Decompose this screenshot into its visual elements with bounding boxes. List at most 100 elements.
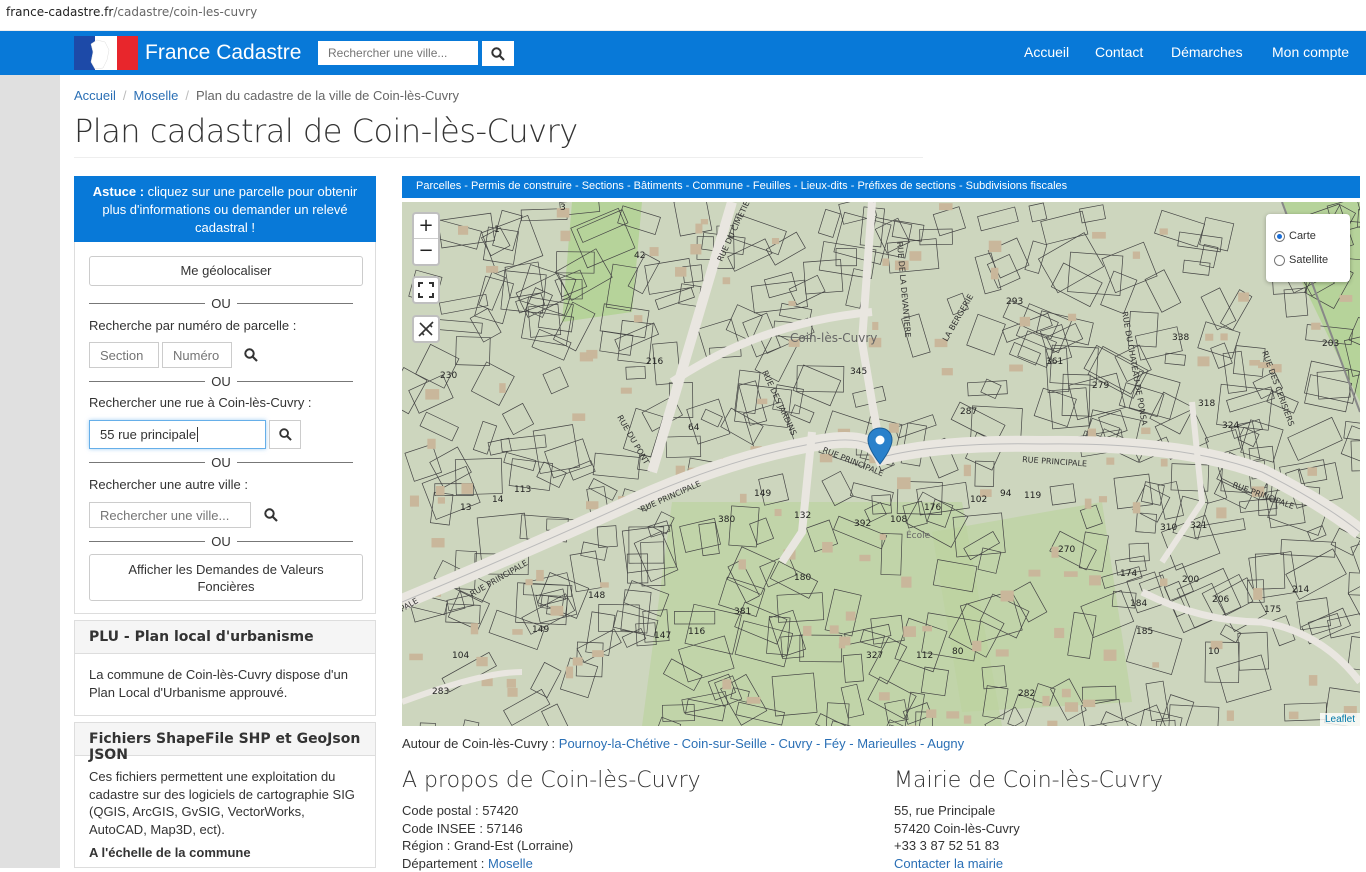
building-footprint <box>1001 591 1014 602</box>
nav-link-demarches[interactable]: Démarches <box>1171 44 1243 60</box>
nearby-town-link[interactable]: Augny <box>927 736 964 751</box>
building-footprint <box>409 654 423 661</box>
map-tab-6[interactable]: Lieux-dits <box>801 180 848 192</box>
parcel-number: 102 <box>970 495 987 505</box>
section-input[interactable] <box>89 342 159 368</box>
breadcrumb-moselle[interactable]: Moselle <box>134 88 179 103</box>
map-tab-2[interactable]: Sections <box>582 180 624 192</box>
building-footprint <box>432 538 445 547</box>
france-flag-logo[interactable] <box>74 36 138 70</box>
nearby-town-link[interactable]: Coin-sur-Seille <box>682 736 767 751</box>
parcel-number: 184 <box>1130 599 1147 609</box>
layer-option-satellite[interactable]: Satellite <box>1274 248 1342 272</box>
nav-link-accueil[interactable]: Accueil <box>1024 44 1069 60</box>
parcel-number: 113 <box>514 485 531 495</box>
building-footprint <box>438 497 445 503</box>
building-footprint <box>964 715 971 723</box>
cadastre-map-canvas: RUE PRINCIPALERUE PRINCIPALERUE PRINCIPA… <box>402 202 1360 726</box>
building-footprint <box>939 203 953 210</box>
building-footprint <box>1083 700 1095 707</box>
building-footprint <box>1205 334 1213 341</box>
map-tab-0[interactable]: Parcelles <box>416 180 461 192</box>
building-footprint <box>486 266 498 273</box>
navbar-city-search-input[interactable] <box>318 41 478 65</box>
parcel-search-button[interactable] <box>235 341 267 369</box>
numero-input[interactable] <box>162 342 232 368</box>
nearby-towns: Autour de Coin-lès-Cuvry : Pournoy-la-Ch… <box>402 736 964 751</box>
region-line: Région : Grand-Est (Lorraine) <box>402 837 573 855</box>
parcel-number: 175 <box>1264 605 1281 615</box>
plu-text: La commune de Coin-lès-Cuvry dispose d'u… <box>74 654 376 716</box>
building-footprint <box>1141 428 1150 435</box>
building-footprint <box>1099 496 1107 502</box>
contact-mairie-link[interactable]: Contacter la mairie <box>894 856 1003 871</box>
zoom-out-button[interactable]: − <box>414 239 438 264</box>
building-footprint <box>1238 292 1249 301</box>
parcel-number: 338 <box>1172 333 1189 343</box>
cadastre-map[interactable]: RUE PRINCIPALERUE PRINCIPALERUE PRINCIPA… <box>402 202 1360 726</box>
breadcrumb-accueil[interactable]: Accueil <box>74 88 116 103</box>
parcel-number: 282 <box>1018 689 1035 699</box>
mairie-city: 57420 Coin-lès-Cuvry <box>894 820 1020 838</box>
map-tab-4[interactable]: Commune <box>692 180 743 192</box>
city-search-button[interactable] <box>255 501 287 529</box>
map-tab-7[interactable]: Préfixes de sections <box>857 180 955 192</box>
fullscreen-button[interactable] <box>412 276 440 304</box>
nearby-town-link[interactable]: Cuvry <box>778 736 812 751</box>
shapefile-heading: Fichiers ShapeFile SHP et GeoJson JSON <box>74 722 376 756</box>
building-footprint <box>822 542 833 553</box>
street-search-input[interactable]: 55 rue principale <box>89 420 266 449</box>
building-footprint <box>410 496 419 507</box>
top-navbar: France Cadastre Accueil Contact Démarche… <box>0 31 1366 75</box>
map-tab-1[interactable]: Permis de construire <box>471 180 572 192</box>
nav-link-contact[interactable]: Contact <box>1095 44 1143 60</box>
measure-button[interactable] <box>412 315 440 343</box>
zoom-in-button[interactable]: + <box>414 214 438 239</box>
map-tab-8[interactable]: Subdivisions fiscales <box>966 180 1068 192</box>
building-footprint <box>1152 662 1159 667</box>
map-attribution[interactable]: Leaflet <box>1320 713 1360 726</box>
search-icon <box>279 428 292 441</box>
parcel-number: 392 <box>854 519 871 529</box>
building-footprint <box>922 626 932 631</box>
street-search-button[interactable] <box>269 420 301 449</box>
department-link[interactable]: Moselle <box>488 856 533 871</box>
nav-link-mon-compte[interactable]: Mon compte <box>1272 44 1349 60</box>
building-footprint <box>1161 459 1168 467</box>
parcel-number: 10 <box>1208 647 1220 657</box>
building-footprint <box>586 501 598 509</box>
mairie-title: Mairie de Coin-lès-Cuvry <box>894 768 1163 793</box>
layer-switcher: Carte Satellite <box>1266 214 1350 282</box>
building-footprint <box>1062 689 1071 698</box>
building-footprint <box>991 268 998 280</box>
building-footprint <box>722 679 731 689</box>
building-footprint <box>1339 295 1352 302</box>
building-footprint <box>972 641 981 652</box>
brand-name[interactable]: France Cadastre <box>145 41 301 65</box>
parcel-number: 324 <box>1222 421 1239 431</box>
mairie-address: 55, rue Principale <box>894 802 1020 820</box>
postal-code-line: Code postal : 57420 <box>402 802 573 820</box>
parcel-number: 293 <box>1006 297 1023 307</box>
nearby-town-link[interactable]: Féy <box>824 736 846 751</box>
dvf-button[interactable]: Afficher les Demandes de Valeurs Foncièr… <box>89 554 363 601</box>
city-search-input[interactable] <box>89 502 251 528</box>
parcel-number: 148 <box>588 591 605 601</box>
navbar-search-button[interactable] <box>482 41 514 66</box>
map-tab-3[interactable]: Bâtiments <box>634 180 683 192</box>
or-divider: OU <box>89 534 353 548</box>
parcel-number: 327 <box>866 651 883 661</box>
geolocate-button[interactable]: Me géolocaliser <box>89 256 363 286</box>
layer-option-carte[interactable]: Carte <box>1274 224 1342 248</box>
parcel-number: 119 <box>1024 491 1041 501</box>
url-bar[interactable]: france-cadastre.fr/cadastre/coin-les-cuv… <box>0 0 1366 31</box>
building-footprint <box>499 383 505 393</box>
nearby-town-link[interactable]: Marieulles <box>857 736 916 751</box>
building-footprint <box>803 626 811 636</box>
building-footprint <box>1289 712 1299 719</box>
building-footprint <box>739 559 746 569</box>
building-footprint <box>507 679 516 688</box>
map-tab-5[interactable]: Feuilles <box>753 180 791 192</box>
nearby-town-link[interactable]: Pournoy-la-Chétive <box>559 736 670 751</box>
breadcrumb: Accueil/Moselle/Plan du cadastre de la v… <box>74 88 459 103</box>
